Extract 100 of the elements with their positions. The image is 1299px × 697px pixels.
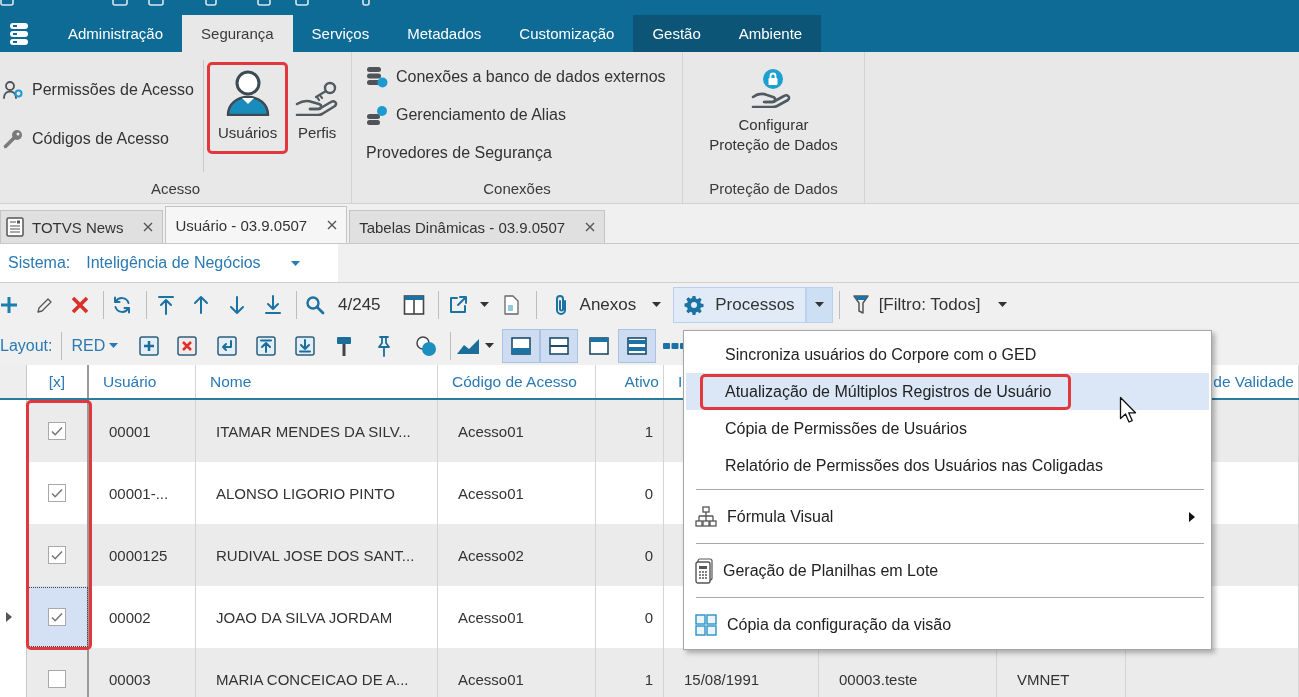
funnel-icon [852, 294, 869, 315]
table-cell: 00003 [109, 670, 151, 688]
ribbon-tab[interactable]: Customização [500, 15, 634, 52]
document-tab[interactable]: Usuário - 03.9.0507 [165, 206, 348, 243]
close-icon[interactable] [327, 220, 338, 230]
plus-icon[interactable] [0, 295, 18, 314]
quick-access-icon[interactable] [0, 0, 14, 6]
attachments-button[interactable]: Anexos [546, 286, 671, 323]
menu-item[interactable]: Atualização de Múltiplos Registros de Usuário [686, 373, 1209, 410]
menu-item[interactable]: Cópia de Permissões de Usuários [686, 410, 1209, 447]
menu-icon[interactable] [10, 22, 28, 45]
mouse-pointer-icon [1119, 396, 1139, 424]
move-down-icon[interactable] [294, 334, 317, 357]
ribbon-item[interactable]: Permissões de Acesso [3, 80, 194, 100]
row-header[interactable] [0, 400, 27, 462]
column-header[interactable]: de Validade [1213, 372, 1294, 391]
checkbox[interactable] [48, 608, 66, 626]
filter-button[interactable]: [Filtro: Todos] [845, 286, 1015, 323]
caret-icon[interactable] [479, 302, 489, 307]
arrow-down-icon[interactable] [228, 294, 246, 315]
key-icon [3, 129, 23, 149]
quick-access-icon[interactable] [295, 0, 309, 6]
arrow-up-icon[interactable] [192, 294, 210, 315]
panel-bottom-icon [510, 334, 533, 357]
table-cell: MARIA CONCEICAO DE A... [216, 670, 409, 688]
refresh-icon[interactable] [112, 294, 132, 315]
dropdown-button[interactable] [805, 286, 833, 323]
ribbon-tab[interactable]: Serviços [292, 15, 389, 52]
search-icon[interactable] [305, 294, 325, 315]
system-dropdown[interactable]: Inteligência de Negócios [86, 254, 300, 272]
rows-icon [548, 334, 571, 357]
group-label: Proteção de Dados [709, 179, 838, 199]
layout-toggle[interactable] [540, 328, 579, 363]
export-icon[interactable] [447, 294, 468, 315]
checkbox[interactable] [48, 546, 66, 564]
caret-icon [109, 343, 119, 348]
two-bars-icon [626, 334, 649, 357]
column-header[interactable]: I [678, 372, 683, 391]
menu-item[interactable]: Sincroniza usuários do Corpore com o GED [686, 336, 1209, 373]
document-tab[interactable]: TOTVS News [0, 210, 164, 243]
quick-access-icon[interactable] [112, 0, 128, 6]
checkbox[interactable] [48, 484, 66, 502]
ribbon-button[interactable]: Perfis [288, 62, 347, 154]
ribbon-item[interactable]: Conexões a banco de dados externos [366, 66, 666, 88]
table-cell: ALONSO LIGORIO PINTO [216, 484, 395, 502]
quick-access-icon[interactable] [205, 0, 217, 6]
arrow-to-bottom-icon[interactable] [264, 294, 282, 315]
close-icon[interactable] [143, 222, 154, 232]
ribbon-tab[interactable]: Segurança [182, 15, 293, 52]
table-cell: 00003.teste [839, 670, 918, 688]
menu-item[interactable]: Relatório de Permissões dos Usuários nas Coligadas [686, 447, 1209, 484]
field-label: Sistema: [8, 254, 71, 272]
gear-icon [684, 294, 705, 315]
checkbox[interactable] [48, 422, 66, 440]
ribbon-item[interactable]: Provedores de Segurança [366, 142, 552, 164]
caret-icon [814, 302, 824, 307]
layout-toggle[interactable] [618, 328, 657, 363]
menu-item[interactable]: Fórmula Visual [686, 496, 1209, 538]
table-cell: 00001 [109, 422, 151, 440]
caret-icon [290, 260, 300, 266]
grid-icon [695, 614, 717, 636]
quick-access-icon[interactable] [257, 0, 271, 6]
ribbon-item[interactable]: Códigos de Acesso [3, 129, 169, 149]
column-header[interactable]: Código de Acesso [452, 372, 577, 391]
delete-row-icon[interactable] [176, 334, 199, 357]
menu-item[interactable]: Geração de Planilhas em Lote [686, 550, 1209, 592]
ribbon-button[interactable]: Usuários [207, 62, 289, 154]
close-icon[interactable] [585, 222, 596, 232]
column-header[interactable]: [x] [48, 372, 66, 391]
ribbon-button[interactable]: Configurar Proteção de Dados [702, 62, 845, 154]
hand-key-icon [295, 80, 340, 116]
column-header[interactable]: Usuário [103, 372, 157, 391]
shapes-icon[interactable] [415, 334, 438, 357]
document-tab[interactable]: Tabelas Dinâmicas - 03.9.0507 [349, 210, 606, 243]
ribbon-tab[interactable]: Gestão [633, 15, 720, 52]
menu-item[interactable]: Cópia da configuração da visão [686, 604, 1209, 646]
table-cell: 0 [644, 546, 653, 564]
processes-button[interactable]: Processos [673, 286, 806, 323]
caret-icon[interactable] [485, 343, 495, 348]
quick-access-icon[interactable] [362, 0, 370, 6]
add-row-icon[interactable] [138, 334, 161, 357]
table-cell: RUDIVAL JOSE DOS SANT... [216, 546, 415, 564]
columns-icon[interactable] [402, 293, 425, 316]
quick-access-icon[interactable] [148, 0, 164, 6]
ribbon-item[interactable]: Gerenciamento de Alias [366, 104, 566, 126]
table-cell: 00002 [109, 608, 151, 626]
column-header[interactable]: Ativo [624, 372, 659, 391]
move-up-icon[interactable] [255, 334, 278, 357]
layout-toggle[interactable] [502, 328, 541, 363]
ribbon-tab[interactable]: Metadados [388, 15, 501, 52]
arrow-to-top-icon[interactable] [157, 294, 175, 315]
ribbon-tab[interactable]: Ambiente [719, 15, 822, 52]
layout-dropdown[interactable]: RED [66, 327, 124, 364]
enter-icon[interactable] [216, 334, 239, 357]
caret-icon [652, 302, 662, 307]
document-icon[interactable] [502, 294, 519, 315]
checkbox[interactable] [48, 670, 66, 688]
ribbon-tab[interactable]: Administração [49, 15, 183, 52]
column-header[interactable]: Nome [210, 372, 252, 391]
delete-icon[interactable] [70, 294, 90, 315]
